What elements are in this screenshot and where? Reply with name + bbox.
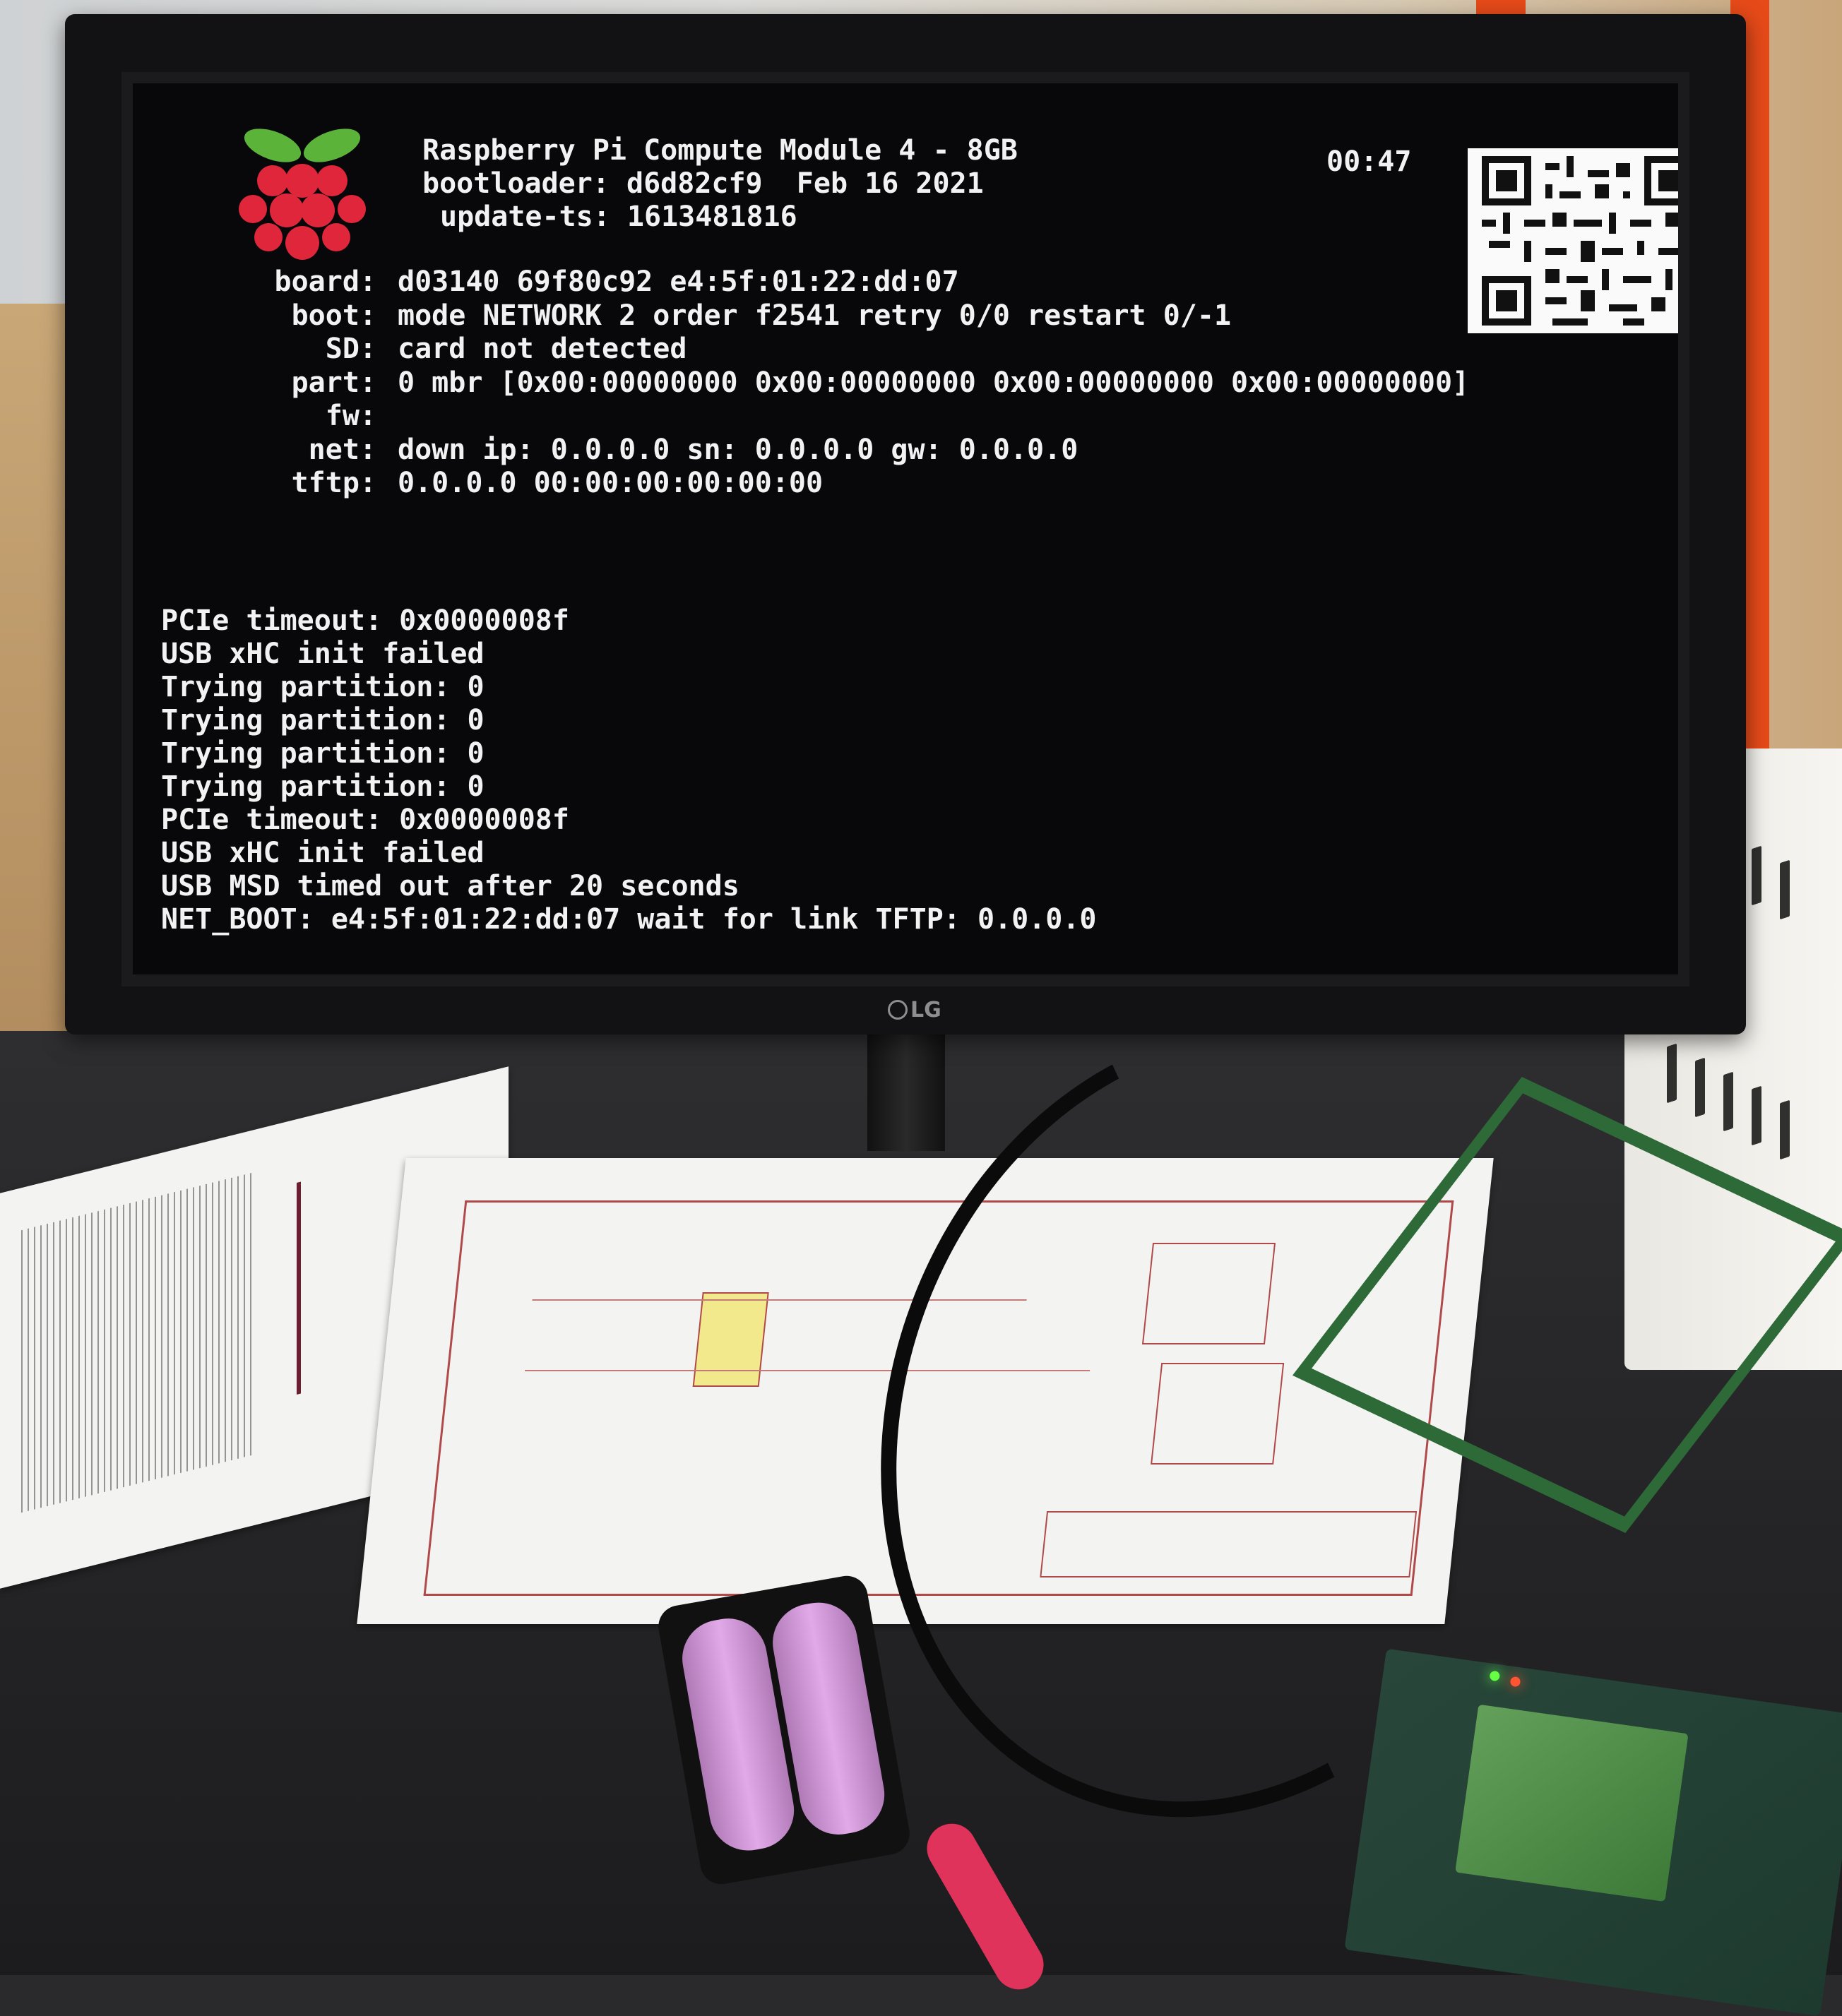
status-key: part:	[291, 366, 376, 399]
clock: 00:47	[1326, 145, 1412, 178]
vent	[1695, 1057, 1705, 1118]
log-line: USB xHC init failed	[161, 837, 485, 869]
vent	[1780, 859, 1790, 920]
status-key: boot:	[291, 299, 376, 332]
log-line: USB xHC init failed	[161, 638, 485, 670]
update-ts-line: update-ts: 1613481816	[440, 201, 797, 233]
status-row: board: d03140 69f80c92 e4:5f:01:22:dd:07	[182, 266, 1469, 299]
status-row: SD: card not detected	[182, 333, 1469, 366]
boot-screen: Raspberry Pi Compute Module 4 - 8GB bootl…	[133, 83, 1678, 974]
monitor-brand: LG	[910, 997, 941, 1022]
status-value: down ip: 0.0.0.0 sn: 0.0.0.0 gw: 0.0.0.0	[398, 433, 1079, 466]
status-row: part: 0 mbr [0x00:00000000 0x00:00000000 …	[182, 366, 1470, 400]
manual-rule	[297, 1181, 301, 1395]
log-line: Trying partition: 0	[161, 704, 485, 736]
log-line: Trying partition: 0	[161, 737, 485, 770]
log-line: Trying partition: 0	[161, 770, 485, 803]
status-value: card not detected	[398, 333, 687, 365]
vent	[1723, 1071, 1733, 1132]
status-row: net: down ip: 0.0.0.0 sn: 0.0.0.0 gw: 0.0…	[182, 434, 1469, 467]
status-value: mode NETWORK 2 order f2541 retry 0/0 res…	[398, 299, 1232, 332]
status-row: fw:	[182, 400, 1469, 434]
status-row: boot: mode NETWORK 2 order f2541 retry 0/…	[182, 299, 1469, 333]
status-value: 0.0.0.0 00:00:00:00:00:00	[398, 467, 824, 499]
log-line: USB MSD timed out after 20 seconds	[161, 870, 739, 902]
log-line: PCIe timeout: 0x0000008f	[161, 804, 569, 836]
monitor: Raspberry Pi Compute Module 4 - 8GB bootl…	[65, 14, 1746, 1034]
boot-log: PCIe timeout: 0x0000008f USB xHC init fai…	[161, 604, 1097, 936]
qr-code-icon	[1468, 148, 1678, 333]
log-line: PCIe timeout: 0x0000008f	[161, 604, 569, 637]
status-key: fw:	[325, 400, 376, 432]
lg-logo-icon: LG	[888, 996, 951, 1024]
status-block: board: d03140 69f80c92 e4:5f:01:22:dd:07 b…	[182, 266, 1470, 501]
log-line: Trying partition: 0	[161, 671, 485, 703]
log-line: NET_BOOT: e4:5f:01:22:dd:07 wait for lin…	[161, 903, 1097, 936]
status-value: 0 mbr [0x00:00000000 0x00:00000000 0x00:…	[398, 366, 1470, 399]
status-value: d03140 69f80c92 e4:5f:01:22:dd:07	[398, 266, 959, 298]
manual-text	[21, 1172, 254, 1513]
compute-module	[1455, 1704, 1689, 1902]
status-led-red	[1509, 1676, 1521, 1688]
vent	[1667, 1043, 1677, 1104]
bootloader-line: bootloader: d6d82cf9 Feb 16 2021	[422, 167, 984, 200]
monitor-stand	[867, 1031, 945, 1151]
status-key: tftp:	[291, 467, 376, 499]
header-block: Raspberry Pi Compute Module 4 - 8GB bootl…	[422, 134, 1018, 234]
status-key: net:	[308, 433, 376, 466]
status-key: board:	[274, 266, 377, 298]
module-title: Raspberry Pi Compute Module 4 - 8GB	[422, 134, 1018, 167]
schematic-ic	[692, 1292, 769, 1387]
vent	[1752, 1085, 1761, 1146]
vent	[1780, 1099, 1790, 1160]
status-led-green	[1489, 1670, 1501, 1682]
vent	[1752, 845, 1761, 906]
lg-mark	[888, 1000, 908, 1020]
status-key: SD:	[325, 333, 376, 365]
raspberry-pi-logo-icon	[239, 129, 366, 260]
status-row: tftp: 0.0.0.0 00:00:00:00:00:00	[182, 467, 1469, 501]
schematic-border	[423, 1200, 468, 1596]
